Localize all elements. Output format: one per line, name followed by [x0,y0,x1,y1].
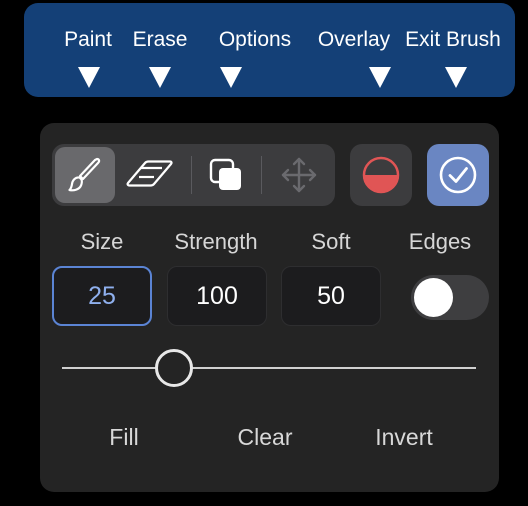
annotation-callout: Paint Erase Options Overlay Exit Brush [24,3,515,97]
tool-divider [261,156,262,194]
down-arrow-icon [78,67,100,88]
overlay-button[interactable] [350,144,412,206]
invert-button[interactable]: Invert [375,424,433,450]
paint-callout-label: Paint [64,28,112,51]
down-arrow-icon [445,67,467,88]
options-callout-label: Options [218,28,292,51]
clear-button[interactable]: Clear [238,424,293,450]
checkmark-circle-icon [439,156,477,194]
exit-brush-callout-label: Exit Brush [405,28,501,51]
paint-tool-button[interactable] [55,147,115,203]
move-arrows-icon [281,157,317,193]
overlay-callout-label: Overlay [317,28,391,51]
soft-field[interactable]: 50 [281,266,381,326]
options-tool-button[interactable] [196,147,256,203]
exit-brush-button[interactable] [427,144,489,206]
strength-label: Strength [174,229,258,254]
paint-brush-icon [68,157,101,192]
edges-toggle[interactable] [411,275,489,320]
overlap-squares-icon [209,158,241,190]
strength-field[interactable]: 100 [167,266,267,326]
size-label: Size [80,229,124,254]
size-field[interactable]: 25 [52,266,152,326]
down-arrow-icon [149,67,171,88]
brush-slider-thumb[interactable] [154,349,193,387]
fill-button[interactable]: Fill [109,424,138,450]
eraser-icon [126,160,173,187]
down-arrow-icon [369,67,391,88]
erase-callout-label: Erase [132,28,188,51]
edges-label: Edges [408,229,472,254]
erase-tool-button[interactable] [120,147,180,203]
half-circle-icon [362,156,400,194]
move-tool-button[interactable] [269,147,329,203]
brush-panel: Size Strength Soft Edges 25 100 50 Fill … [40,123,499,492]
brush-slider-track[interactable] [62,367,476,369]
tool-segmented-control [52,144,335,206]
toggle-knob [414,278,453,317]
down-arrow-icon [220,67,242,88]
soft-label: Soft [311,229,351,254]
tool-divider [191,156,192,194]
